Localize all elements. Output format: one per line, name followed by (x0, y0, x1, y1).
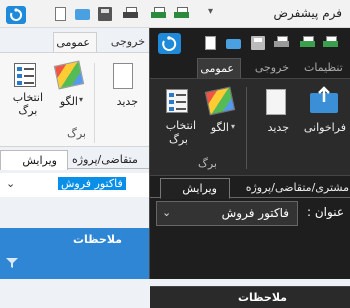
open-folder-icon[interactable] (75, 9, 90, 20)
back-choose-sheet-button[interactable]: انتخاب برگ (8, 59, 44, 125)
front-ribbon-divider (246, 87, 247, 169)
back-form-tabs: ویرایش متقاضی/پروژه (0, 147, 150, 170)
receive-folder-icon (310, 86, 338, 113)
front-group-label: برگ (198, 157, 217, 170)
back-new-button[interactable]: جدید (104, 59, 142, 117)
front-grid-header[interactable]: ملاحظات (150, 286, 350, 308)
back-ribbon-panel: جدید الگو ▾ انتخاب برگ برگ (0, 52, 155, 147)
front-tab-output[interactable]: خروجی (251, 58, 295, 78)
front-tab-applicant[interactable]: مشتری/متقاضی/پروژه (232, 178, 350, 199)
print-preview-icon[interactable] (151, 7, 166, 21)
front-window: عمومی خروجی تنظیمات فراخوانی جدید الگو ▾ (149, 28, 350, 308)
front-dropdown-chevron-icon[interactable]: ⌄ (162, 206, 171, 219)
back-tab-applicant[interactable]: متقاضی/پروژه (70, 150, 150, 170)
back-tab-output[interactable]: خروجی (103, 32, 149, 53)
front-choose-sheet-button[interactable]: انتخاب برگ (158, 85, 198, 151)
front-print-green-icon[interactable] (323, 36, 338, 50)
front-title-label: عنوان : (307, 205, 344, 219)
app-logo-icon (6, 6, 26, 24)
pattern-palette-icon (53, 60, 85, 90)
front-save-icon[interactable] (251, 36, 265, 50)
back-window-titlebar: ▾ فرم پیشفرض (0, 0, 350, 28)
front-print-preview-icon[interactable] (300, 36, 315, 50)
front-new-file-icon[interactable] (205, 36, 216, 50)
save-icon[interactable] (98, 7, 112, 21)
front-form-tabs: ویرایش مشتری/متقاضی/پروژه (150, 176, 350, 199)
ribbon-divider (94, 63, 95, 143)
quick-access-dropdown-icon[interactable]: ▾ (208, 6, 213, 17)
back-title-field[interactable]: ⌄ فاکتور فروش (0, 173, 150, 197)
dropdown-chevron-icon[interactable]: ⌄ (6, 177, 15, 190)
filter-icon[interactable] (6, 258, 18, 268)
back-tab-edit[interactable]: ویرایش (0, 150, 68, 170)
print-green-icon[interactable] (174, 7, 189, 21)
back-tab-general[interactable]: عمومی (53, 32, 97, 53)
front-tab-edit[interactable]: ویرایش (160, 178, 230, 199)
front-print-icon[interactable] (274, 36, 289, 50)
front-app-logo-icon (158, 33, 181, 54)
front-receive-button[interactable]: فراخوانی (300, 85, 348, 140)
sheet-list-icon (14, 63, 36, 87)
back-grid: ملاحظات (0, 198, 150, 279)
new-document-icon (113, 63, 133, 89)
back-pattern-button[interactable]: الگو ▾ (50, 59, 90, 121)
front-pattern-palette-icon (204, 86, 236, 116)
new-file-icon[interactable] (55, 7, 66, 21)
front-pattern-button[interactable]: الگو ▾ (201, 85, 243, 140)
back-grid-header[interactable]: ملاحظات (0, 228, 150, 279)
print-icon[interactable] (123, 7, 138, 21)
front-open-folder-icon[interactable] (226, 39, 241, 49)
front-title-field[interactable]: ⌄ فاکتور فروش (156, 201, 298, 226)
front-new-document-icon (266, 89, 286, 115)
back-group-label: برگ (67, 127, 86, 140)
window-title: فرم پیشفرض (273, 6, 342, 20)
front-tab-settings[interactable]: تنظیمات (300, 58, 350, 78)
front-new-button[interactable]: جدید (257, 85, 295, 140)
front-tab-general[interactable]: عمومی (197, 58, 241, 78)
front-sheet-list-icon (166, 89, 188, 113)
front-ribbon-panel: فراخوانی جدید الگو ▾ انتخاب برگ برگ (150, 78, 350, 176)
